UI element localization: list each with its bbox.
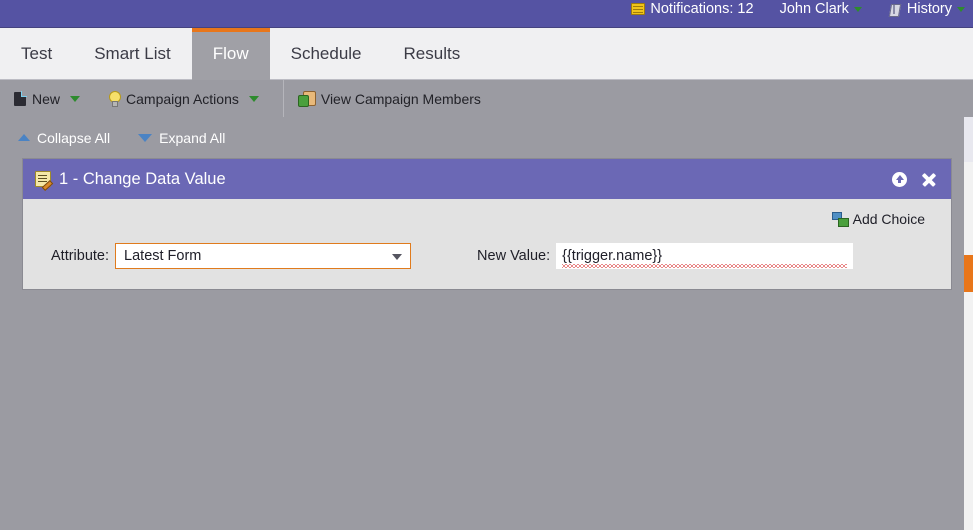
add-choice-row: Add Choice: [37, 209, 937, 227]
history-menu[interactable]: History: [888, 1, 965, 17]
add-choice-icon: [831, 212, 849, 227]
tab-test[interactable]: Test: [0, 28, 73, 80]
flow-step-title: 1 - Change Data Value: [59, 169, 226, 188]
top-bar-right-group: Notifications: 12 John Clark History: [631, 0, 965, 23]
flow-step-body: Add Choice Attribute: Latest Form New Va…: [23, 199, 951, 289]
tree-controls-row: Collapse All Expand All: [0, 117, 973, 158]
change-data-value-icon: [35, 171, 51, 187]
action-group-primary: New Campaign Actions: [0, 80, 284, 117]
add-choice-label: Add Choice: [852, 211, 925, 227]
chevron-down-icon: [248, 95, 259, 102]
attribute-select[interactable]: Latest Form: [115, 243, 412, 269]
flow-step-header-actions: [892, 159, 937, 199]
tab-label: Schedule: [290, 44, 362, 63]
tab-bar: Test Smart List Flow Schedule Results: [0, 28, 973, 80]
new-button[interactable]: New: [0, 80, 94, 117]
members-icon: [297, 91, 316, 107]
view-campaign-members-button[interactable]: View Campaign Members: [284, 80, 495, 117]
view-members-label: View Campaign Members: [320, 90, 481, 107]
add-choice-button[interactable]: Add Choice: [831, 211, 925, 227]
expand-all-label: Expand All: [159, 129, 226, 146]
history-icon: [888, 3, 902, 16]
collapse-all-label: Collapse All: [37, 129, 111, 146]
notifications-link[interactable]: Notifications: 12: [631, 1, 754, 17]
tab-label: Test: [21, 44, 53, 63]
flow-step-panel: 1 - Change Data Value Add Choice Attribu…: [22, 158, 952, 290]
attribute-field-group: Attribute: Latest Form: [51, 243, 412, 269]
move-up-icon[interactable]: [892, 171, 907, 187]
scrollbar-track-upper: [964, 117, 973, 162]
collapse-all-button[interactable]: Collapse All: [18, 130, 110, 146]
tab-flow[interactable]: Flow: [191, 28, 270, 80]
tab-label: Flow: [212, 44, 249, 63]
flow-step-header[interactable]: 1 - Change Data Value: [23, 159, 951, 199]
action-group-secondary: View Campaign Members: [284, 80, 495, 117]
triangle-down-icon: [138, 133, 153, 142]
new-value-input[interactable]: {{trigger.name}}: [556, 243, 854, 269]
chevron-down-icon: [957, 6, 965, 12]
chevron-down-icon: [70, 95, 81, 102]
attribute-select-value: Latest Form: [124, 248, 202, 264]
chevron-down-icon: [853, 6, 862, 12]
user-menu[interactable]: John Clark: [780, 1, 862, 17]
global-top-bar: Notifications: 12 John Clark History: [0, 0, 973, 28]
flow-step-fields: Attribute: Latest Form New Value: {{trig…: [37, 243, 937, 269]
campaign-actions-label: Campaign Actions: [126, 90, 239, 107]
user-menu-label: John Clark: [779, 1, 849, 17]
notifications-icon: [631, 3, 646, 15]
notifications-label: Notifications: 12: [650, 1, 754, 17]
tab-results[interactable]: Results: [383, 28, 482, 80]
action-toolbar: New Campaign Actions View Campaign Membe…: [0, 80, 973, 117]
lightbulb-icon: [108, 91, 122, 107]
app-root: Notifications: 12 John Clark History Tes…: [0, 0, 973, 530]
flow-step-title-group: 1 - Change Data Value: [35, 170, 226, 189]
tab-smart-list[interactable]: Smart List: [73, 28, 192, 80]
campaign-actions-button[interactable]: Campaign Actions: [94, 80, 273, 117]
new-value-field-group: New Value: {{trigger.name}}: [477, 243, 854, 269]
history-menu-label: History: [906, 1, 952, 17]
chevron-down-icon: [392, 254, 403, 260]
expand-all-button[interactable]: Expand All: [138, 130, 225, 146]
tab-list: Test Smart List Flow Schedule Results: [0, 28, 973, 80]
tab-schedule[interactable]: Schedule: [270, 28, 383, 80]
tab-label: Results: [403, 44, 461, 63]
scrollbar-thumb[interactable]: [964, 255, 973, 292]
spellcheck-underline: [562, 264, 848, 268]
page-scrollbar[interactable]: [964, 117, 973, 530]
tab-label: Smart List: [94, 44, 171, 63]
triangle-up-icon: [18, 134, 30, 141]
new-icon: [14, 90, 27, 106]
new-value-text: {{trigger.name}}: [562, 248, 663, 264]
new-button-label: New: [32, 90, 61, 107]
new-value-label: New Value:: [477, 248, 551, 264]
close-icon[interactable]: [921, 171, 937, 187]
attribute-label: Attribute:: [51, 248, 110, 264]
